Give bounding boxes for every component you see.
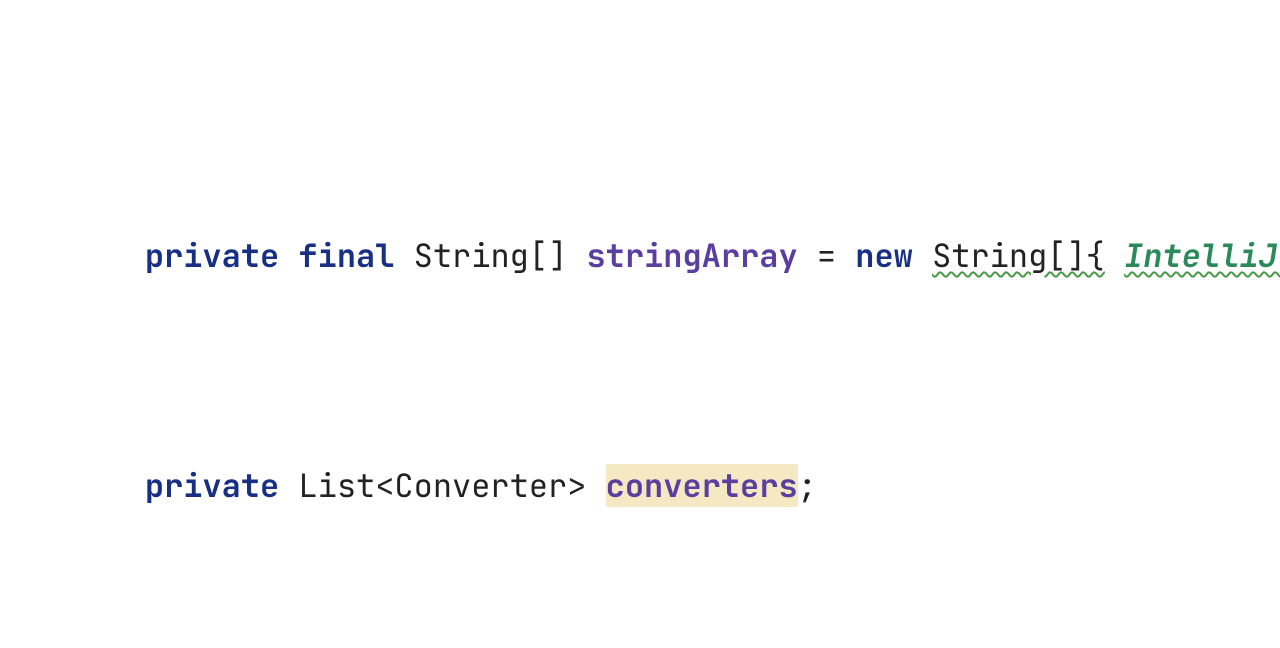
type-string-array-2: String[]{: [932, 234, 1105, 277]
type-list-converter: List<Converter>: [298, 464, 586, 507]
keyword-private: private: [145, 234, 279, 277]
code-line[interactable]: private List<Converter> converters;: [0, 408, 1280, 460]
code-editor[interactable]: private final String[] stringArray = new…: [0, 0, 1280, 648]
field-stringarray: stringArray: [586, 234, 797, 277]
code-line[interactable]: private final String[] stringArray = new…: [0, 178, 1280, 200]
semicolon: ;: [798, 464, 817, 507]
field-converters: converters: [606, 464, 798, 507]
keyword-new: new: [855, 234, 913, 277]
keyword-private: private: [145, 464, 279, 507]
keyword-final: final: [298, 234, 394, 277]
string-literal: IntelliJ I: [1124, 234, 1280, 277]
type-string-array: String[]: [414, 234, 568, 277]
equals: =: [798, 234, 856, 277]
